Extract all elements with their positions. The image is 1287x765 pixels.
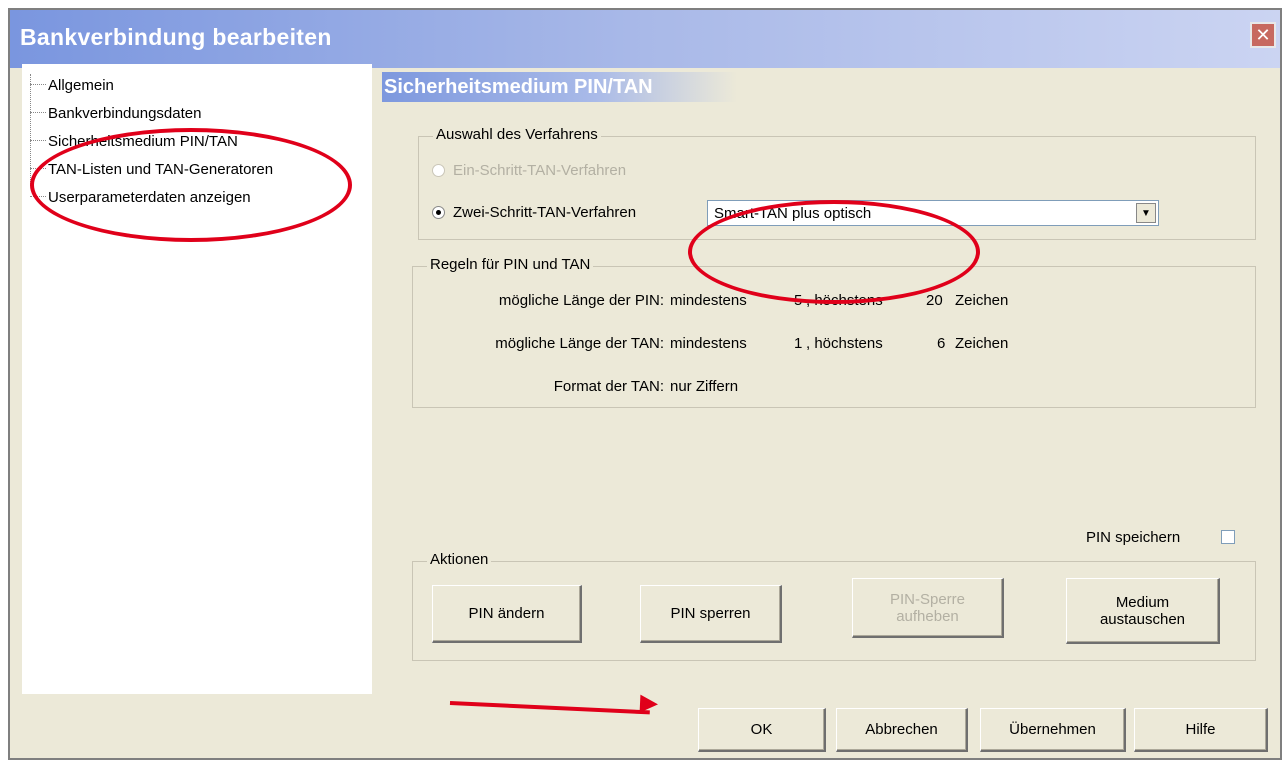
tree-item-label: Allgemein (48, 76, 114, 94)
pin-speichern-label: PIN speichern (1086, 529, 1181, 546)
chevron-down-icon[interactable]: ▼ (1136, 203, 1156, 223)
button-label: Abbrechen (865, 721, 938, 738)
tree-connector-dots (30, 196, 46, 198)
pin-max-value: 20 (926, 292, 943, 309)
tree-item-sicherheitsmedium[interactable]: Sicherheitsmedium PIN/TAN (30, 130, 238, 152)
abbrechen-button[interactable]: Abbrechen (836, 708, 968, 752)
button-label: Hilfe (1185, 721, 1216, 738)
tree-item-allgemein[interactable]: Allgemein (30, 74, 114, 96)
close-icon: ✕ (1255, 24, 1271, 46)
tan-length-label: mögliche Länge der TAN: (495, 335, 664, 352)
regeln-legend: Regeln für PIN und TAN (427, 256, 594, 273)
aktionen-legend: Aktionen (427, 551, 492, 568)
radio-ein-schritt[interactable]: Ein-Schritt-TAN-Verfahren (432, 162, 626, 179)
tan-format-value: nur Ziffern (670, 378, 739, 395)
pin-min-value: 5 (794, 292, 803, 309)
pin-aendern-button[interactable]: PIN ändern (432, 585, 582, 643)
radio-label: Zwei-Schritt-TAN-Verfahren (453, 204, 637, 221)
tree-item-bankverbindungsdaten[interactable]: Bankverbindungsdaten (30, 102, 201, 124)
tan-min-value: 1 (794, 335, 803, 352)
tree-item-tan-listen[interactable]: TAN-Listen und TAN-Generatoren (30, 158, 273, 180)
tree-item-label: Userparameterdaten anzeigen (48, 188, 251, 206)
pin-length-label: mögliche Länge der PIN: (498, 292, 664, 309)
tree-item-label: Sicherheitsmedium PIN/TAN (48, 132, 238, 150)
pin-max-text: , höchstens (806, 292, 883, 309)
verfahren-legend: Auswahl des Verfahrens (433, 126, 601, 143)
annotation-arrow-head (639, 694, 659, 714)
tree-item-label: TAN-Listen und TAN-Generatoren (48, 160, 274, 178)
pin-sperren-button[interactable]: PIN sperren (640, 585, 782, 643)
radio-icon (432, 206, 445, 219)
tan-min-text: mindestens (670, 335, 747, 352)
close-button[interactable]: ✕ (1250, 22, 1276, 48)
pin-unit: Zeichen (955, 292, 1009, 309)
select-value: Smart-TAN plus optisch (714, 204, 872, 222)
pin-min-text: mindestens (670, 292, 747, 309)
tan-max-text: , höchstens (806, 335, 883, 352)
radio-label: Ein-Schritt-TAN-Verfahren (453, 162, 627, 179)
button-label: OK (750, 721, 773, 738)
medium-austauschen-button[interactable]: Medium austauschen (1066, 578, 1220, 644)
pin-speichern-checkbox[interactable] (1221, 530, 1235, 544)
uebernehmen-button[interactable]: Übernehmen (980, 708, 1126, 752)
tree-connector-dots (30, 112, 46, 114)
ok-button[interactable]: OK (698, 708, 826, 752)
tan-unit: Zeichen (955, 335, 1009, 352)
navigation-tree: Allgemein Bankverbindungsdaten Sicherhei… (22, 64, 372, 694)
tree-item-label: Bankverbindungsdaten (48, 104, 202, 122)
tree-connector-dots (30, 168, 46, 170)
panel-header: Sicherheitsmedium PIN/TAN (382, 72, 737, 102)
window-title: Bankverbindung bearbeiten (20, 24, 332, 50)
button-label-line1: Medium (1115, 593, 1170, 611)
radio-icon (432, 164, 445, 177)
button-label: PIN sperren (670, 605, 751, 622)
button-label-line2: austauschen (1099, 610, 1186, 628)
title-bar[interactable]: Bankverbindung bearbeiten ✕ (10, 10, 1280, 68)
button-label: Übernehmen (1009, 721, 1096, 738)
tan-max-value: 6 (937, 335, 946, 352)
button-label-line2: aufheben (896, 607, 959, 625)
tan-verfahren-select[interactable]: Smart-TAN plus optisch ▼ (707, 200, 1159, 226)
radio-zwei-schritt[interactable]: Zwei-Schritt-TAN-Verfahren (432, 204, 636, 221)
tree-connector-dots (30, 140, 46, 142)
tree-connector-dots (30, 84, 46, 86)
button-label: PIN ändern (468, 605, 545, 622)
hilfe-button[interactable]: Hilfe (1134, 708, 1268, 752)
pin-sperre-aufheben-button[interactable]: PIN-Sperre aufheben (852, 578, 1004, 638)
panel-title: Sicherheitsmedium PIN/TAN (384, 76, 653, 98)
button-label-line1: PIN-Sperre (889, 590, 966, 608)
tan-format-label: Format der TAN: (553, 378, 664, 395)
tree-item-userparameterdaten[interactable]: Userparameterdaten anzeigen (30, 186, 251, 208)
